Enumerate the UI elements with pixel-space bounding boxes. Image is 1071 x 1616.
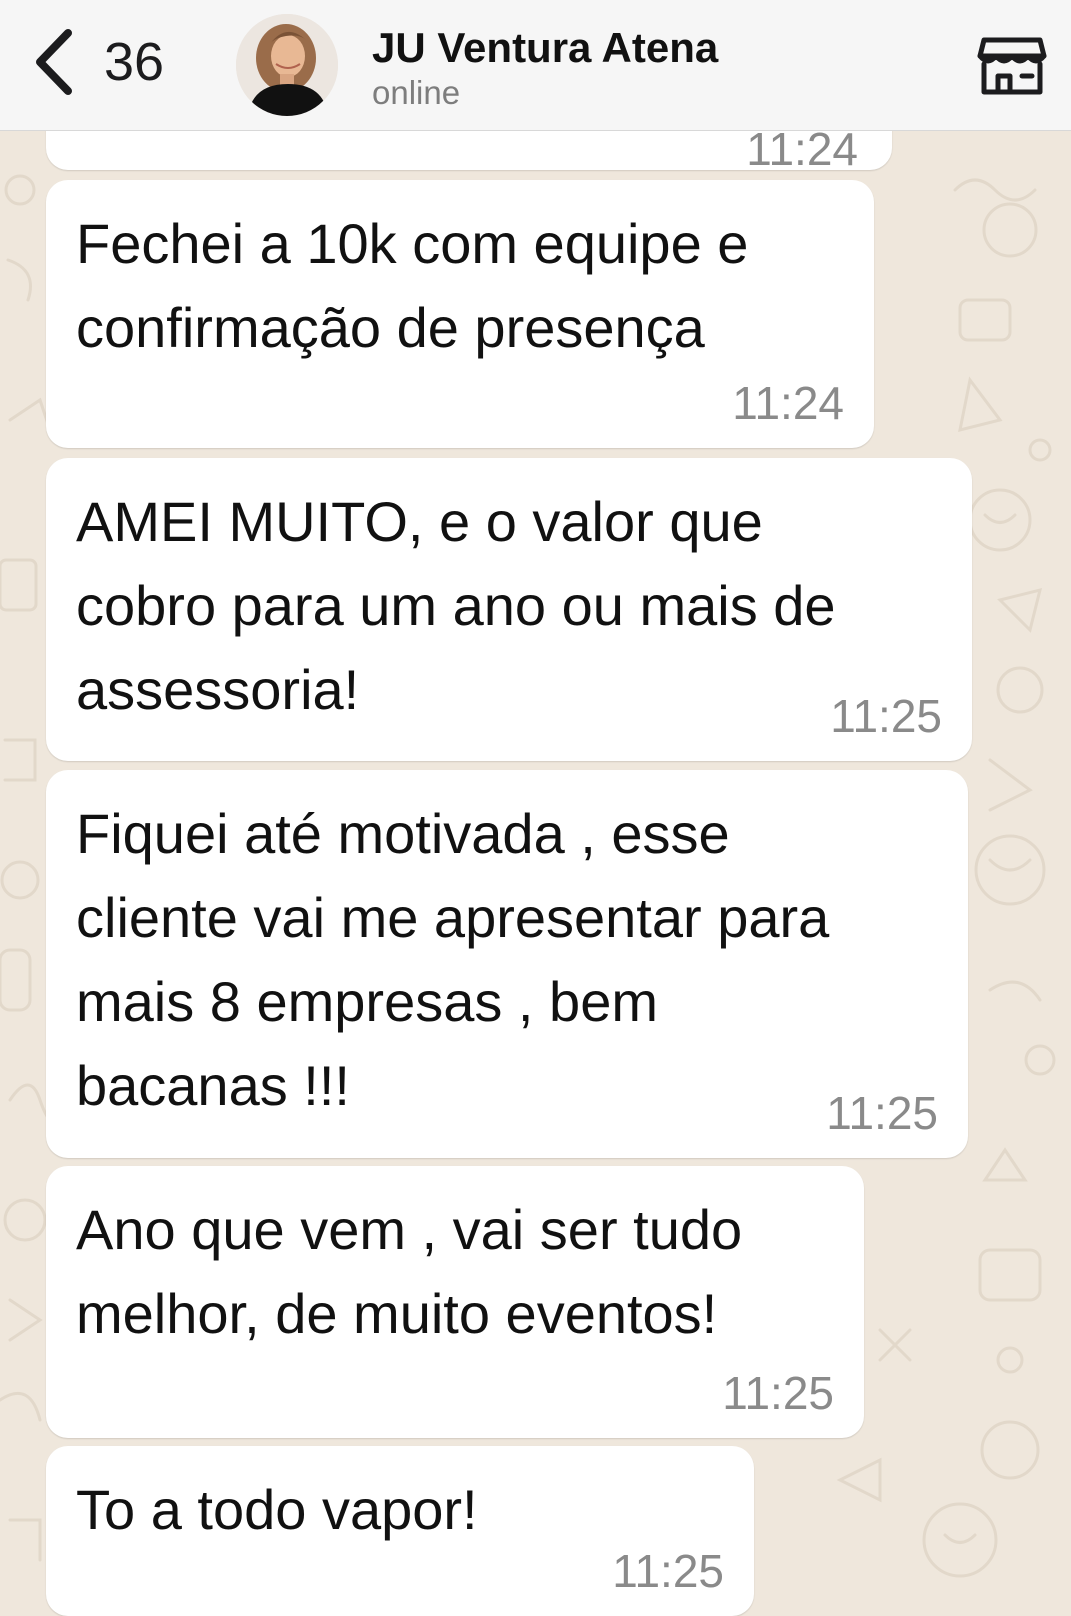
message-text: To a todo vapor! — [76, 1478, 478, 1541]
message-time: 11:24 — [732, 377, 844, 429]
store-icon — [976, 37, 1048, 100]
contact-avatar[interactable] — [236, 14, 338, 116]
back-button[interactable]: 36 — [34, 22, 164, 102]
message-time: 11:25 — [722, 1367, 834, 1419]
message-time: 11:25 — [826, 1087, 938, 1139]
message-text: AMEI MUITO, e o valor que cobro para um … — [76, 490, 836, 721]
message-bubble[interactable]: Fechei a 10k com equipe e confirmação de… — [46, 180, 874, 448]
chevron-left-icon — [34, 29, 74, 95]
store-button[interactable] — [976, 36, 1048, 96]
message-bubble[interactable]: AMEI MUITO, e o valor que cobro para um … — [46, 458, 972, 761]
message-time: 11:25 — [612, 1545, 724, 1597]
contact-name[interactable]: JU Ventura Atena — [372, 24, 718, 72]
contact-status: online — [372, 74, 461, 111]
chat-header: 36 JU Ventura Atena online — [0, 0, 1071, 131]
message-text: Fiquei até motivada , esse cliente vai m… — [76, 802, 830, 1117]
message-bubble[interactable]: Fiquei até motivada , esse cliente vai m… — [46, 770, 968, 1158]
message-time: 11:25 — [830, 690, 942, 742]
message-bubble[interactable]: Ano que vem , vai ser tudo melhor, de mu… — [46, 1166, 864, 1438]
message-bubble[interactable]: To a todo vapor! 11:25 — [46, 1446, 754, 1616]
message-text: Fechei a 10k com equipe e confirmação de… — [76, 212, 749, 359]
avatar-image — [236, 14, 338, 116]
message-text: Ano que vem , vai ser tudo melhor, de mu… — [76, 1198, 743, 1345]
unread-count: 36 — [104, 32, 165, 92]
